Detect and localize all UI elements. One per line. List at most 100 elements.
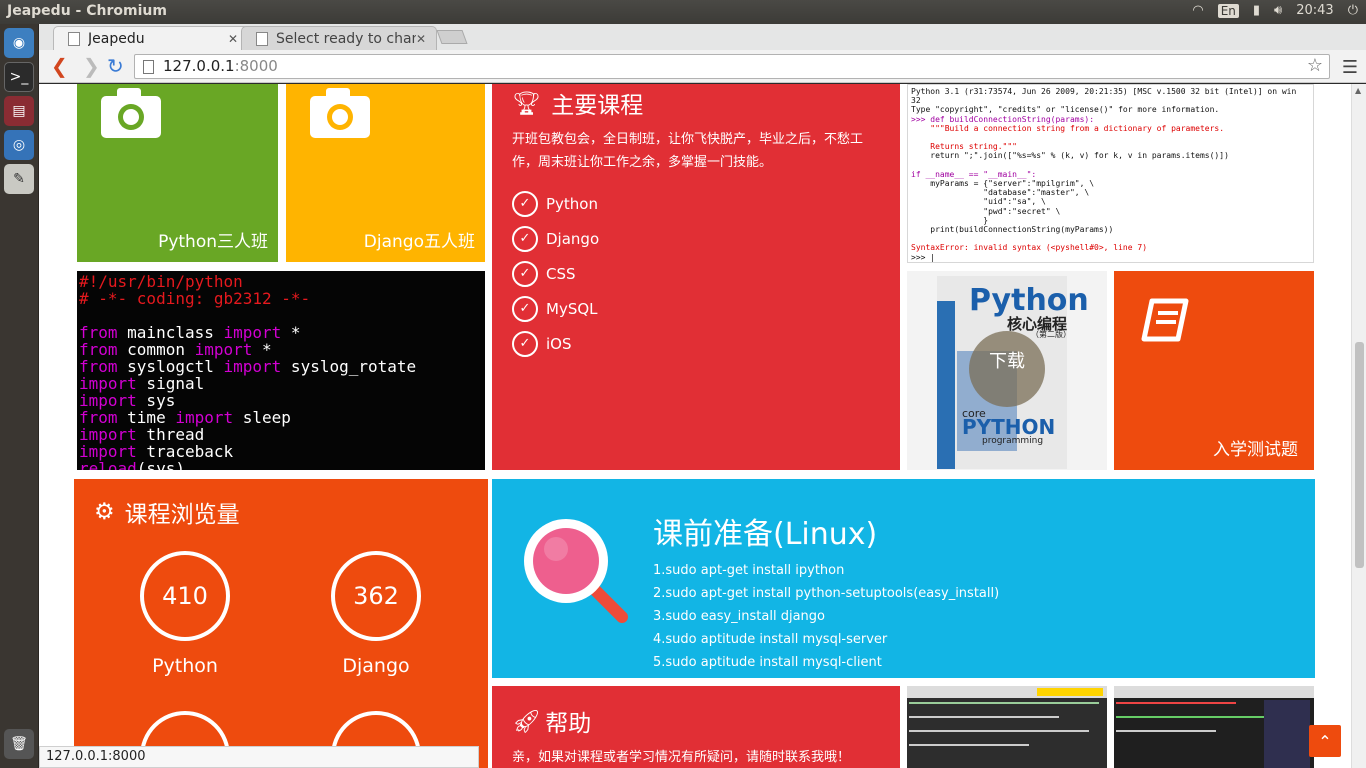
- tile-label: Django五人班: [363, 232, 475, 252]
- rocket-icon: 🚀︎: [512, 708, 542, 735]
- code-snippet: #!/usr/bin/python # -*- coding: gb2312 -*…: [79, 273, 416, 470]
- download-label[interactable]: 下载: [989, 347, 1025, 373]
- tile-main-courses[interactable]: 🏆︎ 主要课程 开班包教包会，全日制班，让你飞快脱产，毕业之后，不愁工作，周末班…: [492, 84, 900, 470]
- book-programming-text: programming: [982, 436, 1044, 446]
- terminal-icon[interactable]: >_: [4, 62, 34, 92]
- code-token: syslog_rotate: [281, 357, 417, 376]
- system-tray: ◠ En ▮ 🔊︎ 20:43 ⏻: [1192, 3, 1358, 18]
- main-courses-title: 主要课程: [551, 93, 644, 119]
- book-edition: （第二版）: [1031, 330, 1071, 339]
- check-circle-icon: ✓: [512, 190, 538, 217]
- shell-line: if __name__ == "__main__":: [911, 169, 1037, 179]
- forward-button[interactable]: ❯: [83, 56, 100, 76]
- tile-python-shell-screenshot[interactable]: Python 3.1 (r31:73574, Jun 26 2009, 20:2…: [907, 84, 1314, 263]
- code-line: #!/usr/bin/python: [79, 273, 416, 290]
- code-line: [79, 307, 416, 324]
- address-bar[interactable]: 127.0.0.1:8000 ☆: [134, 54, 1330, 79]
- main-courses-desc: 开班包教包会，全日制班，让你飞快脱产，毕业之后，不愁工作，周末班让你工作之余，多…: [512, 132, 864, 170]
- editor-menubar: [1114, 686, 1314, 698]
- keyboard-layout-indicator[interactable]: En: [1217, 3, 1239, 18]
- menu-icon[interactable]: ☰: [1342, 57, 1358, 78]
- code-line: import signal: [79, 375, 416, 392]
- code-line: import thread: [79, 426, 416, 443]
- tab-close-icon[interactable]: ✕: [416, 32, 426, 46]
- code-line: import sys: [79, 392, 416, 409]
- trash-icon[interactable]: 🗑︎: [4, 729, 34, 759]
- check-circle-icon: ✓: [512, 330, 538, 357]
- tab-close-icon[interactable]: ✕: [228, 32, 238, 46]
- clock[interactable]: 20:43: [1296, 3, 1333, 18]
- trophy-icon: 🏆︎: [512, 90, 542, 117]
- course-name: CSS: [546, 264, 576, 283]
- shell-line: "pwd":"secret" \: [911, 206, 1061, 216]
- scrollbar-thumb[interactable]: [1355, 342, 1364, 568]
- shell-line: "database":"master", \: [911, 188, 1090, 198]
- editor-line: [909, 702, 1099, 704]
- url-port: :8000: [234, 57, 278, 75]
- tile-entrance-test[interactable]: 入学测试题: [1114, 271, 1314, 470]
- tile-linux-prep: 课前准备(Linux) 1.sudo apt-get install ipyth…: [492, 479, 1315, 678]
- tab-strip: Jeapedu ✕ Select ready to chang ✕: [39, 24, 1366, 50]
- text-editor-icon[interactable]: ✎: [4, 164, 34, 194]
- shell-line: }: [911, 215, 989, 225]
- list-item: 4.sudo aptitude install mysql-server: [653, 632, 888, 647]
- shell-line: myParams = {"server":"mpilgrim", \: [911, 179, 1095, 189]
- editor-side-panel: [1264, 700, 1310, 768]
- shell-line: return ";".join(["%s=%s" % (k, v) for k,…: [911, 151, 1229, 161]
- battery-icon[interactable]: ▮: [1253, 3, 1260, 18]
- tile-code-screenshot[interactable]: #!/usr/bin/python # -*- coding: gb2312 -*…: [77, 271, 485, 470]
- help-title: 帮助: [545, 711, 592, 737]
- chromium-icon[interactable]: ◎: [4, 130, 34, 160]
- back-button[interactable]: ❮: [51, 56, 68, 76]
- wifi-icon[interactable]: ◠: [1192, 3, 1203, 18]
- page-scrollbar[interactable]: ▲: [1351, 84, 1366, 768]
- code-line: # -*- coding: gb2312 -*-: [79, 290, 416, 307]
- shell-line: SyntaxError: invalid syntax (<pyshell#0>…: [911, 243, 1148, 253]
- list-item[interactable]: ✓ CSS: [512, 256, 880, 291]
- list-item[interactable]: ✓ MySQL: [512, 291, 880, 326]
- course-name: MySQL: [546, 299, 598, 318]
- code-token: *: [281, 323, 301, 342]
- power-icon[interactable]: ⏻: [1348, 3, 1358, 18]
- new-tab-button[interactable]: [436, 30, 468, 44]
- back-to-top-button[interactable]: ⌃: [1309, 725, 1341, 757]
- window-title: Jeapedu - Chromium: [7, 3, 167, 19]
- bookmark-star-icon[interactable]: ☆: [1307, 55, 1323, 76]
- file-manager-icon[interactable]: ▤: [4, 96, 34, 126]
- tab-jeapedu[interactable]: Jeapedu ✕: [53, 26, 249, 50]
- camera-icon: [101, 88, 161, 138]
- volume-icon[interactable]: 🔊︎: [1274, 3, 1282, 18]
- tile-course-views: ⚙ 课程浏览量 410 Python 362 Django: [74, 479, 488, 768]
- tile-python-class[interactable]: Python三人班: [77, 84, 278, 262]
- tile-label: 入学测试题: [1213, 440, 1298, 460]
- scroll-up-icon[interactable]: ▲: [1355, 86, 1361, 95]
- course-name: Django: [546, 229, 600, 248]
- code-token: (sys): [136, 459, 185, 470]
- status-bar-url: 127.0.0.1:8000: [39, 746, 479, 768]
- linux-content: 课前准备(Linux) 1.sudo apt-get install ipyth…: [653, 509, 999, 678]
- tab-select-ready[interactable]: Select ready to chang ✕: [241, 26, 437, 50]
- list-item[interactable]: ✓ Django: [512, 221, 880, 256]
- list-item[interactable]: ✓ Python: [512, 186, 880, 221]
- code-line: import traceback: [79, 443, 416, 460]
- list-item[interactable]: ✓ iOS: [512, 326, 880, 361]
- code-line: reload(sys): [79, 460, 416, 470]
- code-line: from mainclass import *: [79, 324, 416, 341]
- shell-line: """Build a connection string from a dict…: [911, 123, 1225, 133]
- code-token: import: [223, 357, 282, 376]
- check-circle-icon: ✓: [512, 295, 538, 322]
- list-item: 2.sudo apt-get install python-setuptools…: [653, 586, 1000, 601]
- tile-book-download[interactable]: Python 核心编程 （第二版） core PYTHON programmin…: [907, 271, 1107, 470]
- tile-django-class[interactable]: Django五人班: [286, 84, 485, 262]
- reload-button[interactable]: ↻: [107, 56, 124, 76]
- dash-home-icon[interactable]: ◉: [4, 28, 34, 58]
- shell-line: Returns string.""": [911, 142, 1017, 152]
- tile-editor-screenshot-2[interactable]: [1114, 686, 1314, 768]
- tile-editor-screenshot-1[interactable]: [907, 686, 1107, 768]
- tab-title: Select ready to chang: [276, 30, 416, 47]
- code-line: from time import sleep: [79, 409, 416, 426]
- editor-line: [909, 730, 1089, 732]
- shell-line: 32: [911, 96, 921, 106]
- code-token: sleep: [233, 408, 291, 427]
